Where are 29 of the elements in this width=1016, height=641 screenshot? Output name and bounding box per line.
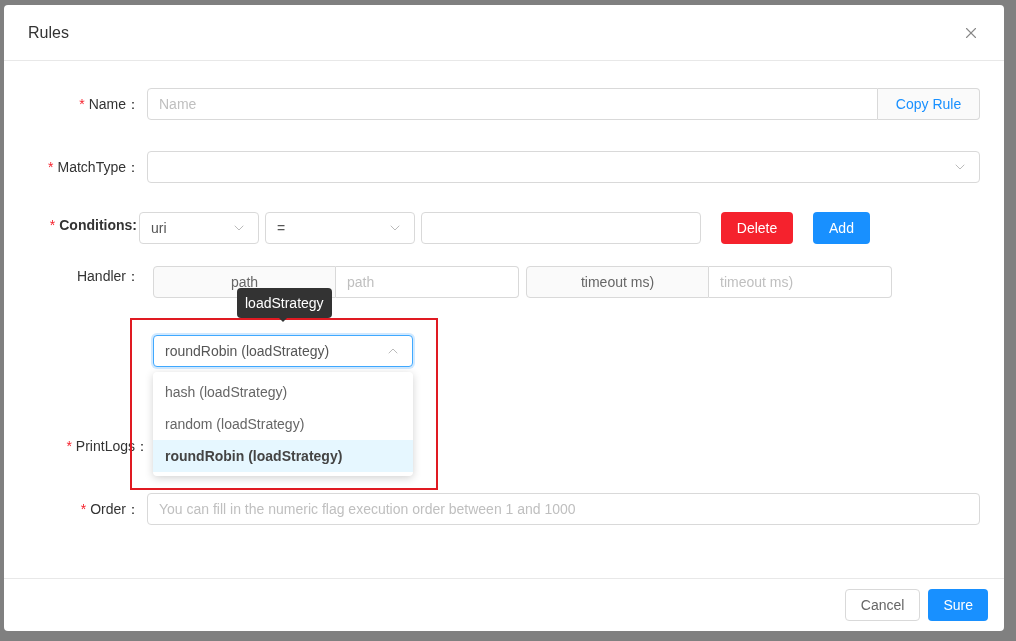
- required-mark: *: [66, 436, 72, 456]
- select-field[interactable]: =: [265, 212, 415, 244]
- required-mark: *: [49, 216, 56, 235]
- select-field[interactable]: [147, 151, 980, 183]
- field-label: Conditions:: [59, 216, 137, 235]
- select-field[interactable]: uri: [139, 212, 259, 244]
- required-mark: *: [48, 157, 54, 177]
- delete-button[interactable]: Delete: [721, 212, 793, 244]
- add-button[interactable]: Add: [813, 212, 870, 244]
- load-strategy-select[interactable]: roundRobin (loadStrategy): [153, 335, 413, 367]
- field-label: Order：: [90, 499, 140, 519]
- dropdown-option[interactable]: roundRobin (loadStrategy): [153, 440, 413, 472]
- handler-field[interactable]: path: [336, 266, 519, 298]
- name-field[interactable]: Name: [147, 88, 878, 120]
- required-mark: *: [80, 499, 87, 519]
- order-field[interactable]: You can fill in the numeric flag execution order between 1 and 1000: [147, 493, 980, 525]
- dialog-title: Rules: [28, 22, 69, 43]
- handler-field[interactable]: timeout ms): [709, 266, 892, 298]
- handler-addon: timeout ms): [526, 266, 709, 298]
- sure-button[interactable]: Sure: [928, 589, 988, 621]
- field-label: MatchType：: [57, 157, 140, 177]
- copy-rule-button[interactable]: Copy Rule: [878, 88, 980, 120]
- cancel-button[interactable]: Cancel: [844, 589, 921, 621]
- field-label: Name：: [88, 94, 140, 114]
- field-label: Handler：: [76, 267, 140, 286]
- dropdown-option[interactable]: random (loadStrategy): [153, 408, 413, 440]
- dropdown-option[interactable]: hash (loadStrategy): [153, 376, 413, 408]
- condition-value-field[interactable]: [421, 212, 701, 244]
- required-mark: *: [79, 94, 85, 114]
